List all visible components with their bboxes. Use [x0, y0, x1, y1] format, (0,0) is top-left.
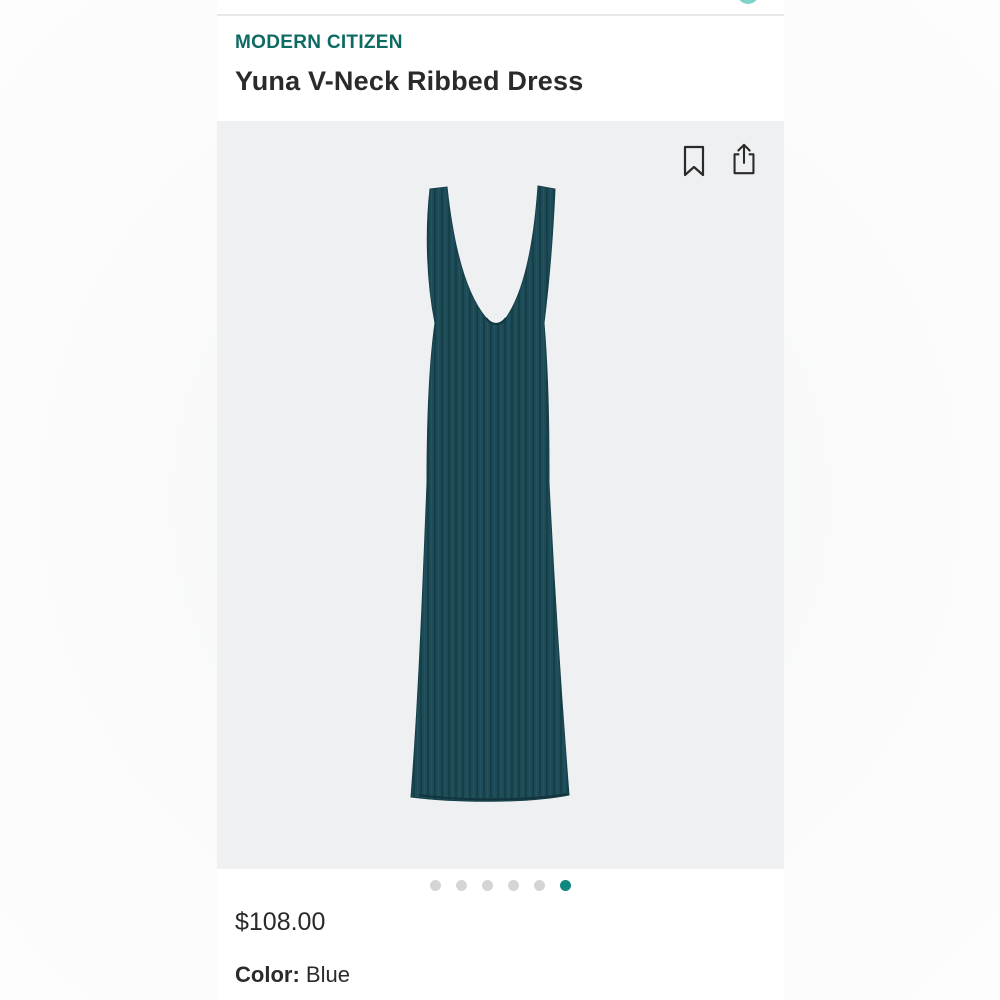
top-badge	[737, 0, 759, 4]
product-price: $108.00	[235, 908, 326, 936]
carousel-dot[interactable]	[482, 880, 493, 891]
product-image-dress	[410, 185, 570, 802]
product-detail-screen: MODERN CITIZEN Yuna V-Neck Ribbed Dress	[217, 0, 784, 1000]
carousel-dot[interactable]	[430, 880, 441, 891]
carousel-dot[interactable]	[508, 880, 519, 891]
color-value: Blue	[305, 962, 350, 987]
brand-name[interactable]: MODERN CITIZEN	[235, 32, 403, 54]
carousel-dot-active[interactable]	[560, 880, 571, 891]
carousel-pagination	[217, 880, 784, 894]
product-title: Yuna V-Neck Ribbed Dress	[235, 66, 584, 96]
carousel-dot[interactable]	[456, 880, 467, 891]
bookmark-icon[interactable]	[679, 144, 709, 178]
product-image-carousel[interactable]	[217, 121, 784, 869]
color-row: Color: Blue	[235, 962, 350, 988]
share-icon[interactable]	[729, 142, 759, 176]
carousel-dot[interactable]	[534, 880, 545, 891]
color-label: Color:	[235, 962, 300, 987]
header-divider	[217, 14, 784, 16]
